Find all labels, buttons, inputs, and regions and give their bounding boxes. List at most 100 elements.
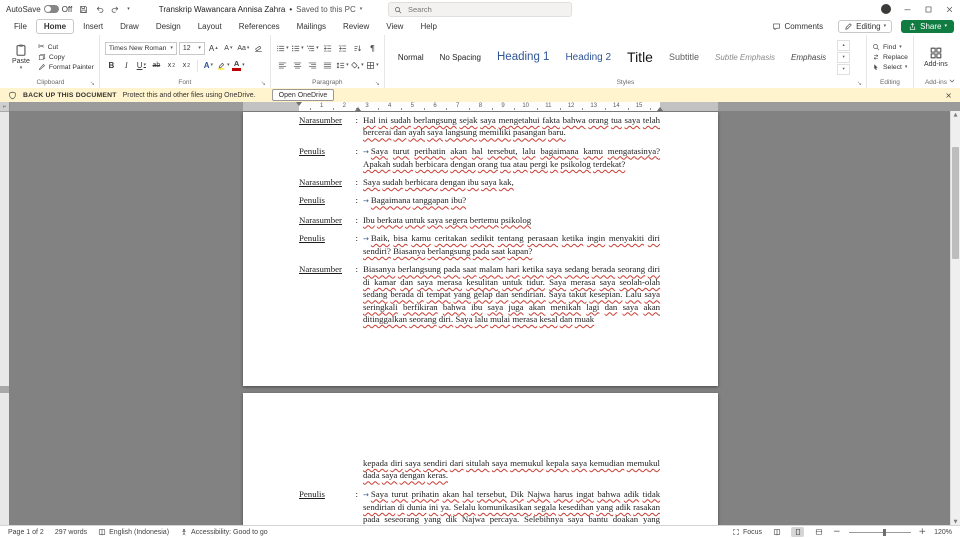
document-title-area[interactable]: Transkrip Wawancara Annisa Zahra • Saved… xyxy=(159,5,363,14)
text-effects-button[interactable]: A ▾ xyxy=(202,59,215,72)
tab-help[interactable]: Help xyxy=(412,19,444,34)
paste-button[interactable]: Paste ▾ xyxy=(7,42,35,72)
font-name-combo[interactable]: Times New Roman ▾ xyxy=(104,42,177,55)
clipboard-dialog-launcher[interactable]: ↘ xyxy=(90,80,95,87)
web-layout-button[interactable] xyxy=(812,527,825,537)
tab-layout[interactable]: Layout xyxy=(190,19,230,34)
tab-review[interactable]: Review xyxy=(335,19,377,34)
print-layout-button[interactable] xyxy=(791,527,804,537)
tab-view[interactable]: View xyxy=(378,19,411,34)
open-onedrive-button[interactable]: Open OneDrive xyxy=(271,89,335,101)
vertical-scrollbar[interactable]: ▲ ▼ xyxy=(950,111,960,526)
superscript-button[interactable]: x2 xyxy=(180,59,193,72)
change-case-button[interactable]: Aa ▾ xyxy=(237,42,250,55)
accessibility-status[interactable]: Accessibility: Good to go xyxy=(180,528,268,536)
vertical-ruler[interactable] xyxy=(0,111,9,526)
replace-button[interactable]: Replace xyxy=(872,53,908,61)
format-painter-button[interactable]: Format Painter xyxy=(38,63,94,71)
shading-button[interactable]: ▾ xyxy=(351,59,364,72)
style-title[interactable]: Title xyxy=(619,49,661,65)
style-subtle[interactable]: Subtle Emphasis xyxy=(707,53,783,62)
copy-button[interactable]: Copy xyxy=(38,53,94,61)
clear-formatting-button[interactable] xyxy=(252,42,265,55)
search-box[interactable] xyxy=(388,2,572,17)
multilevel-list-button[interactable]: ▾ xyxy=(306,42,319,55)
increase-indent-button[interactable] xyxy=(336,42,349,55)
maximize-icon[interactable] xyxy=(924,5,933,14)
align-right-button[interactable] xyxy=(306,59,319,72)
style-normal[interactable]: Normal xyxy=(390,53,432,62)
zoom-out-icon[interactable]: − xyxy=(833,527,841,537)
grow-font-button[interactable]: A ▴ xyxy=(207,42,220,55)
tab-references[interactable]: References xyxy=(231,19,288,34)
bullets-button[interactable]: ▾ xyxy=(276,42,289,55)
underline-button[interactable]: U ▾ xyxy=(135,59,148,72)
font-dialog-launcher[interactable]: ↘ xyxy=(261,80,266,87)
decrease-indent-button[interactable] xyxy=(321,42,334,55)
font-size-combo[interactable]: 12 ▾ xyxy=(178,42,205,55)
language-indicator[interactable]: English (Indonesia) xyxy=(98,528,169,536)
horizontal-ruler[interactable]: ⌐ 1 2 3 4 5 6 7 8 9 10 11 12 13 14 15 xyxy=(0,102,960,111)
style-subtitle[interactable]: Subtitle xyxy=(661,52,707,62)
scroll-up-icon[interactable]: ▲ xyxy=(951,111,960,119)
tab-home[interactable]: Home xyxy=(35,19,75,34)
justify-button[interactable] xyxy=(321,59,334,72)
cut-button[interactable]: ✂ Cut xyxy=(38,43,94,51)
read-mode-button[interactable] xyxy=(770,527,783,537)
tab-mailings[interactable]: Mailings xyxy=(289,19,334,34)
undo-icon[interactable] xyxy=(95,5,104,14)
shrink-font-button[interactable]: A ▾ xyxy=(222,42,235,55)
autosave-switch-icon[interactable] xyxy=(43,5,59,13)
highlight-color-button[interactable]: ▾ xyxy=(217,59,230,72)
styles-scroll-up-icon[interactable]: ▴ xyxy=(837,39,851,51)
tab-insert[interactable]: Insert xyxy=(75,19,111,34)
styles-more-icon[interactable]: ▾ xyxy=(837,63,851,75)
save-icon[interactable] xyxy=(79,5,88,14)
align-left-button[interactable] xyxy=(276,59,289,72)
redo-icon[interactable] xyxy=(111,5,120,14)
show-formatting-marks-button[interactable]: ¶ xyxy=(366,42,379,55)
document-page-2[interactable]: kepada diri saya sendiri dari situlah sa… xyxy=(243,393,718,526)
paragraph-dialog-launcher[interactable]: ↘ xyxy=(375,80,380,87)
editing-mode-button[interactable]: Editing ▾ xyxy=(838,20,893,33)
scrollbar-thumb[interactable] xyxy=(952,147,959,259)
style-emphasis[interactable]: Emphasis xyxy=(783,53,834,62)
styles-scroll-down-icon[interactable]: ▾ xyxy=(837,51,851,63)
focus-button[interactable]: Focus xyxy=(732,528,762,536)
collapse-ribbon-icon[interactable] xyxy=(948,77,956,85)
zoom-in-icon[interactable]: + xyxy=(919,527,927,537)
share-button[interactable]: Share ▾ xyxy=(901,20,954,33)
style-nospacing[interactable]: No Spacing xyxy=(432,53,489,62)
style-h2[interactable]: Heading 2 xyxy=(557,52,619,63)
subscript-button[interactable]: x2 xyxy=(165,59,178,72)
quick-access-chevron-icon[interactable]: ▾ xyxy=(127,6,130,12)
addins-button[interactable]: Add-ins xyxy=(919,45,953,69)
select-button[interactable]: Select ▾ xyxy=(872,63,908,71)
zoom-slider-thumb[interactable] xyxy=(882,528,886,536)
zoom-level[interactable]: 120% xyxy=(934,529,952,536)
borders-button[interactable]: ▾ xyxy=(366,59,379,72)
find-button[interactable]: Find ▾ xyxy=(872,43,908,51)
document-page-1[interactable]: Narasumber: Hal ini sudah berlangsung sej… xyxy=(243,112,718,386)
tab-design[interactable]: Design xyxy=(148,19,189,34)
font-color-button[interactable]: A ▾ xyxy=(232,59,245,72)
bold-button[interactable]: B xyxy=(105,59,118,72)
align-center-button[interactable] xyxy=(291,59,304,72)
search-input[interactable] xyxy=(406,4,566,15)
tab-draw[interactable]: Draw xyxy=(112,19,147,34)
comments-button[interactable]: Comments xyxy=(766,20,829,33)
notification-close-icon[interactable]: × xyxy=(945,91,952,100)
styles-dialog-launcher[interactable]: ↘ xyxy=(857,80,862,87)
strikethrough-button[interactable]: ab xyxy=(150,59,163,72)
tab-file[interactable]: File xyxy=(6,19,35,34)
italic-button[interactable]: I xyxy=(120,59,133,72)
autosave-toggle[interactable]: AutoSave Off xyxy=(6,5,72,14)
page-indicator[interactable]: Page 1 of 2 xyxy=(8,529,44,536)
tab-selector[interactable]: ⌐ xyxy=(0,102,10,111)
zoom-slider[interactable] xyxy=(848,528,911,536)
minimize-icon[interactable] xyxy=(903,5,912,14)
sort-button[interactable] xyxy=(351,42,364,55)
style-h1[interactable]: Heading 1 xyxy=(489,51,557,63)
numbering-button[interactable]: ▾ xyxy=(291,42,304,55)
word-count[interactable]: 297 words xyxy=(55,529,87,536)
